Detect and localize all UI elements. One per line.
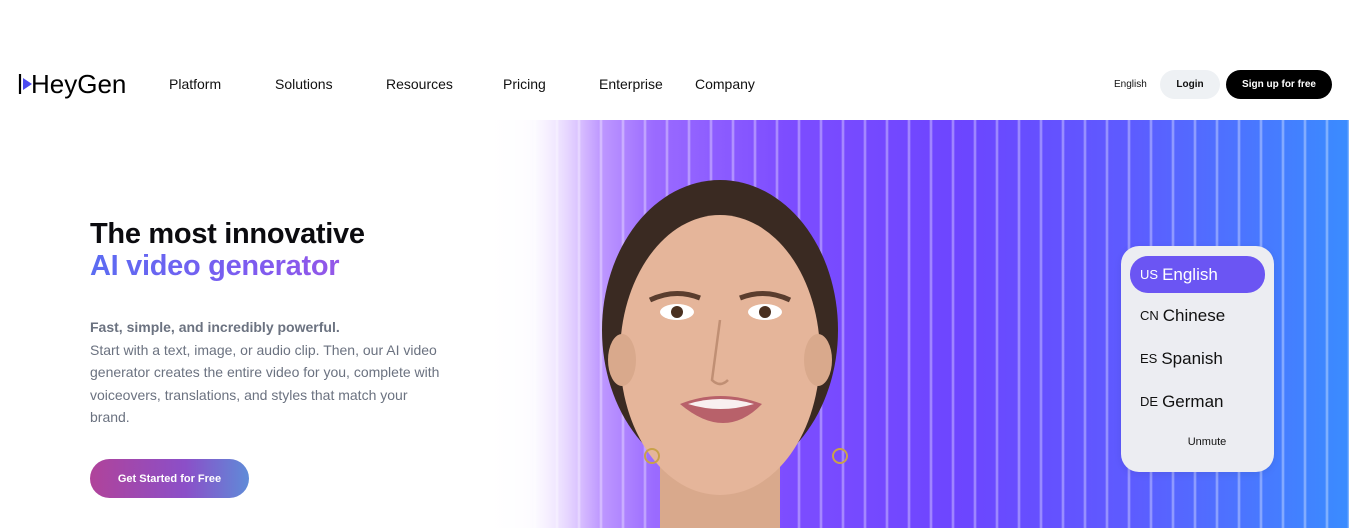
language-switcher-panel: US English CN Chinese ES Spanish DE Germ…	[1121, 246, 1274, 472]
flag-de-icon: DE	[1140, 394, 1159, 409]
language-option-spanish[interactable]: ES Spanish	[1130, 340, 1265, 377]
hero-title-line2: AI video generator	[90, 250, 365, 282]
avatar-presenter-image	[602, 180, 848, 528]
hero-title-line1: The most innovative	[90, 218, 365, 250]
nav-pricing[interactable]: Pricing	[503, 76, 546, 92]
flag-cn-icon: CN	[1140, 308, 1159, 323]
get-started-button[interactable]: Get Started for Free	[90, 459, 249, 498]
language-selector[interactable]: English	[1114, 79, 1147, 90]
hero-video[interactable]: US English CN Chinese ES Spanish DE Germ…	[480, 120, 1349, 528]
logo-mark-icon: HeyGen	[18, 69, 126, 99]
nav-resources[interactable]: Resources	[386, 76, 453, 92]
signup-button[interactable]: Sign up for free	[1226, 70, 1332, 99]
language-label: English	[1162, 264, 1218, 284]
language-label: German	[1162, 391, 1224, 411]
hero-body-text: Start with a text, image, or audio clip.…	[90, 341, 440, 426]
language-label: Chinese	[1162, 305, 1226, 325]
hero-title: The most innovative AI video generator	[90, 218, 365, 282]
unmute-button[interactable]: Unmute	[1121, 436, 1293, 448]
hero-tagline: Fast, simple, and incredibly powerful.	[90, 319, 340, 335]
heygen-logo[interactable]: HeyGen	[18, 68, 138, 100]
language-option-german[interactable]: DE German	[1130, 383, 1265, 420]
language-label: Spanish	[1161, 348, 1223, 368]
logo-wordmark: HeyGen	[31, 69, 126, 99]
flag-us-icon: US	[1140, 267, 1159, 282]
nav-company[interactable]: Company	[695, 76, 755, 92]
login-button[interactable]: Login	[1160, 70, 1220, 99]
flag-es-icon: ES	[1140, 351, 1158, 366]
top-navigation: HeyGen Platform Solutions Resources Pric…	[0, 60, 1349, 108]
hero-description: Fast, simple, and incredibly powerful. S…	[90, 316, 440, 429]
nav-solutions[interactable]: Solutions	[275, 76, 333, 92]
language-option-english[interactable]: US English	[1130, 256, 1265, 293]
language-option-chinese[interactable]: CN Chinese	[1130, 297, 1265, 334]
nav-enterprise[interactable]: Enterprise	[599, 76, 663, 92]
nav-platform[interactable]: Platform	[169, 76, 221, 92]
